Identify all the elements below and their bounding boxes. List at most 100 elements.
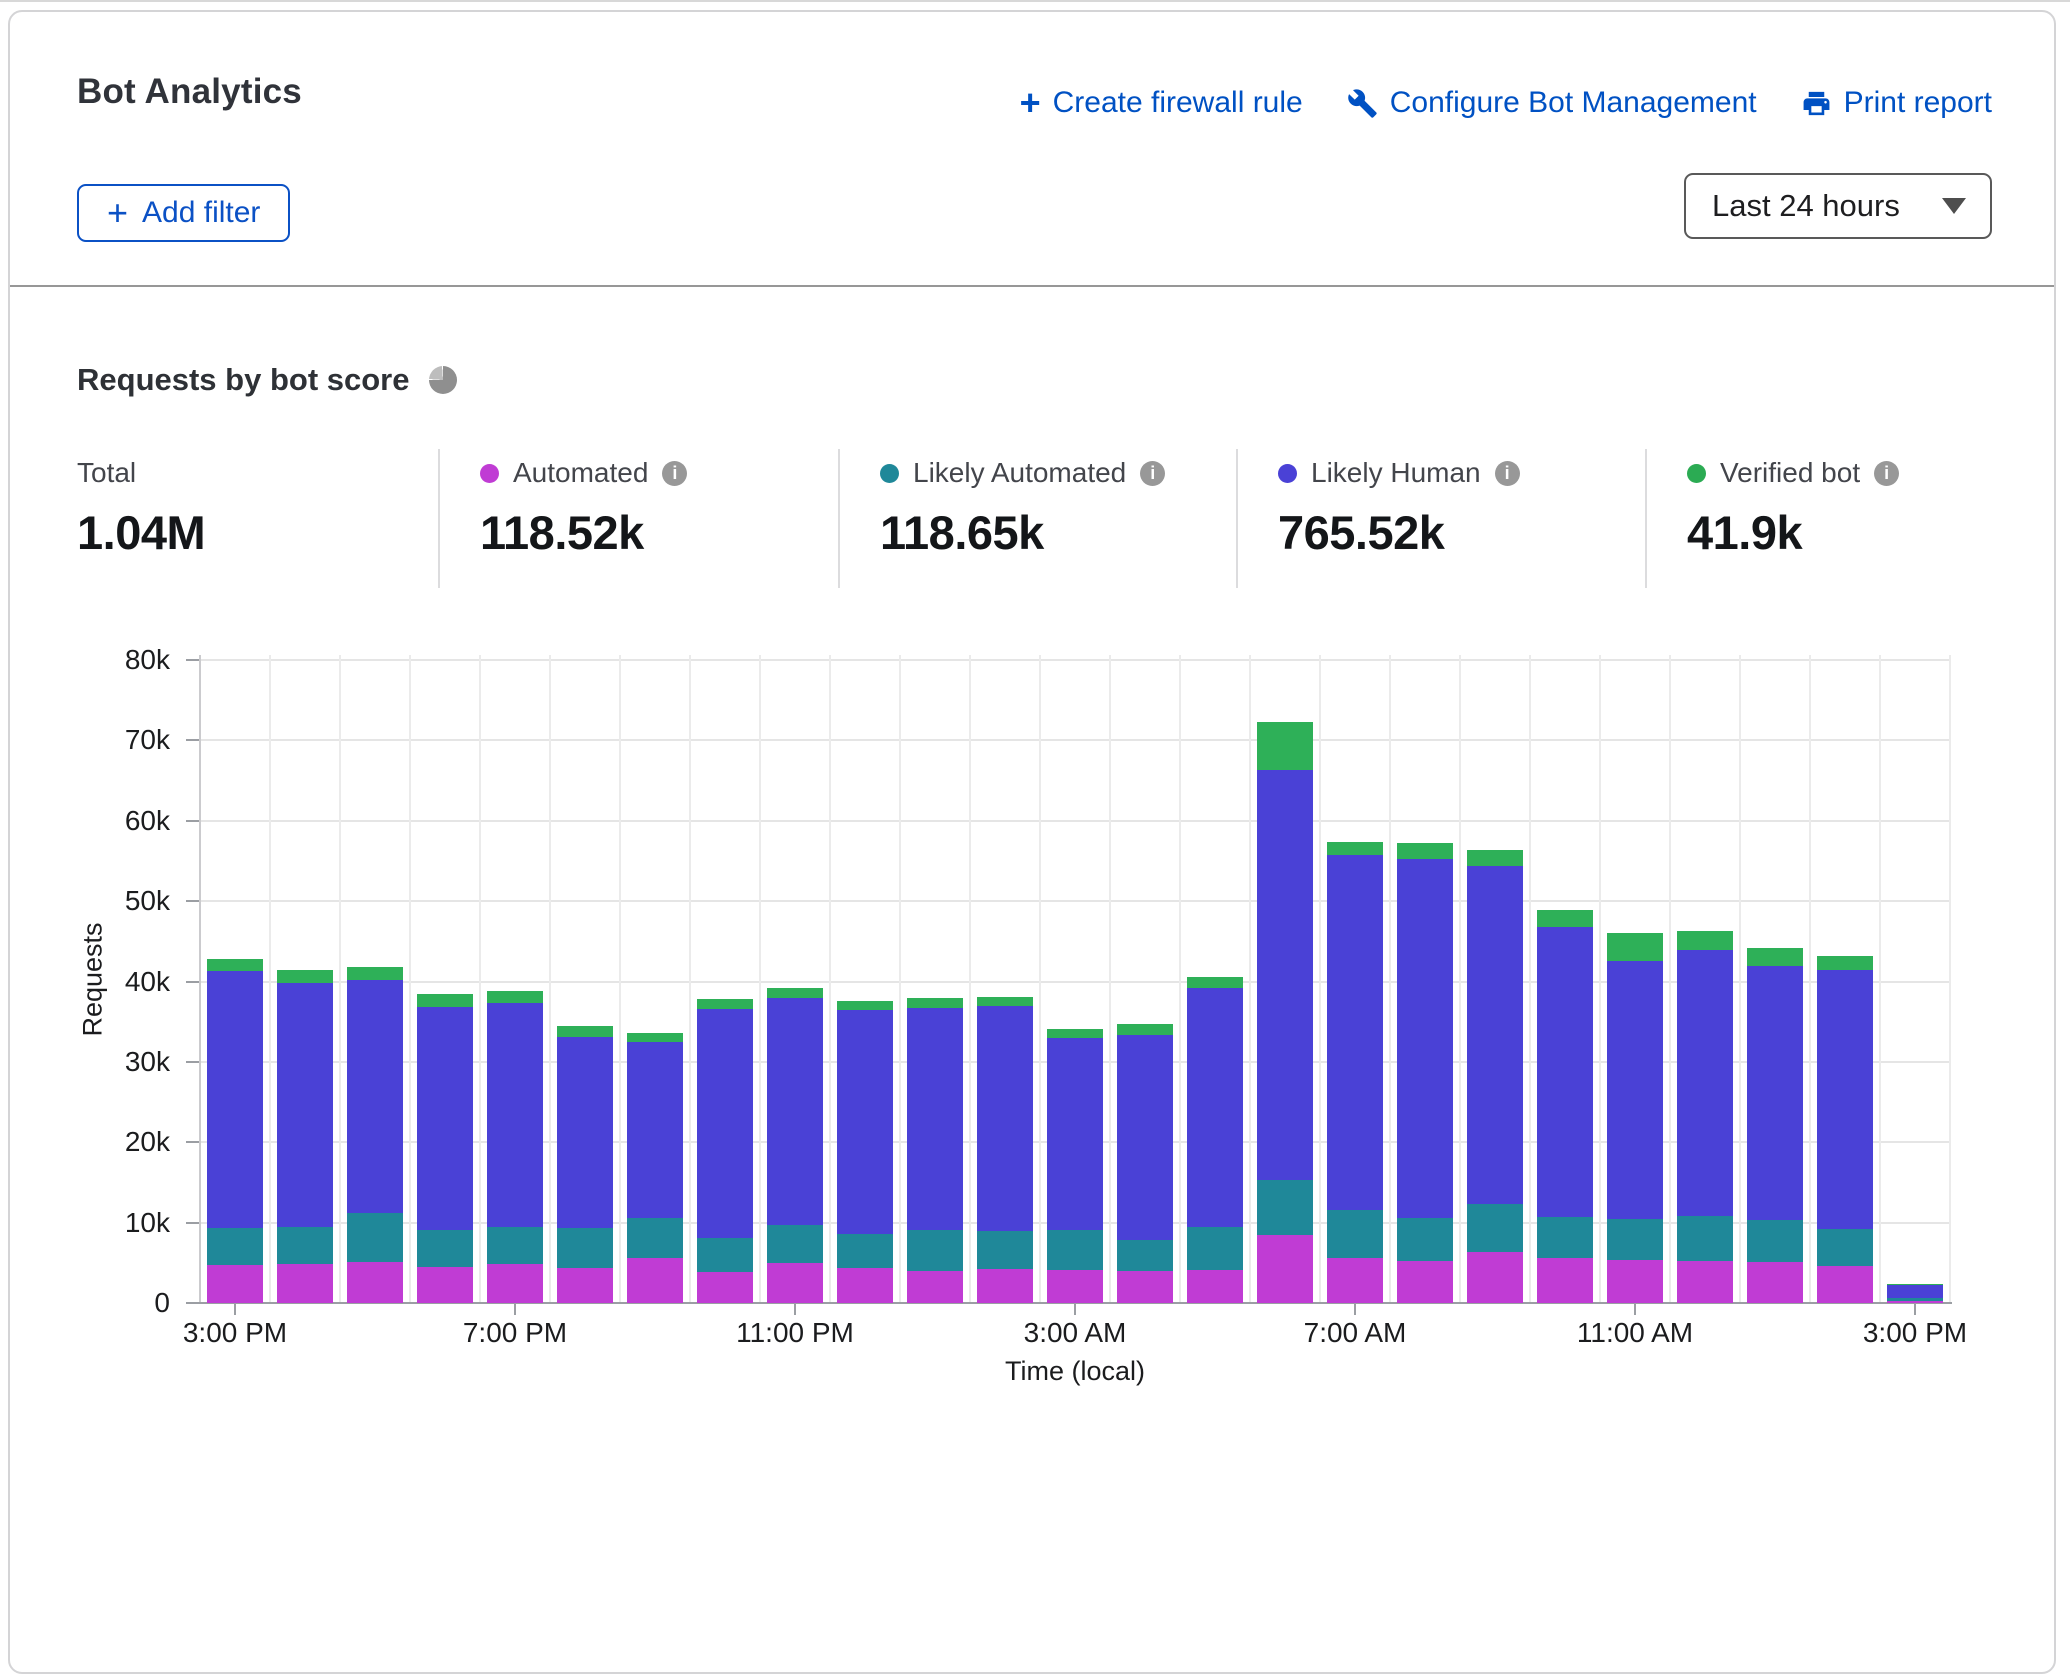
bar-segment-likely-automated[interactable]	[1607, 1219, 1663, 1261]
bar-segment-likely-human[interactable]	[1047, 1038, 1103, 1230]
info-icon[interactable]: i	[1874, 461, 1899, 486]
bar-segment-automated[interactable]	[627, 1258, 683, 1303]
bar-segment-automated[interactable]	[1257, 1235, 1313, 1303]
bar-segment-verified-bot[interactable]	[837, 1001, 893, 1011]
time-range-select[interactable]: Last 24 hours	[1684, 173, 1992, 239]
bar-segment-verified-bot[interactable]	[207, 959, 263, 971]
bar-segment-automated[interactable]	[557, 1268, 613, 1303]
bar-segment-likely-automated[interactable]	[487, 1227, 543, 1264]
bar-segment-verified-bot[interactable]	[557, 1026, 613, 1037]
info-icon[interactable]: i	[1140, 461, 1165, 486]
bar-segment-automated[interactable]	[277, 1264, 333, 1303]
bar-segment-likely-human[interactable]	[1327, 855, 1383, 1209]
bar-segment-likely-automated[interactable]	[1327, 1210, 1383, 1258]
stat-likely-automated[interactable]: Likely Automated i 118.65k	[838, 449, 1236, 588]
bar-segment-likely-automated[interactable]	[627, 1218, 683, 1258]
bar-segment-likely-automated[interactable]	[1397, 1218, 1453, 1261]
bar-segment-automated[interactable]	[977, 1269, 1033, 1303]
bar-segment-likely-automated[interactable]	[1887, 1298, 1943, 1300]
bar-segment-verified-bot[interactable]	[1607, 933, 1663, 961]
bar-segment-automated[interactable]	[1467, 1252, 1523, 1303]
bar-segment-likely-automated[interactable]	[1117, 1240, 1173, 1271]
bar-segment-verified-bot[interactable]	[767, 988, 823, 998]
bar-segment-verified-bot[interactable]	[1047, 1029, 1103, 1038]
bar-segment-likely-automated[interactable]	[277, 1227, 333, 1264]
bar-segment-likely-automated[interactable]	[977, 1231, 1033, 1269]
bar-segment-verified-bot[interactable]	[977, 997, 1033, 1007]
print-report-link[interactable]: Print report	[1801, 86, 1992, 120]
bar-segment-likely-human[interactable]	[1887, 1285, 1943, 1299]
configure-bot-management-link[interactable]: Configure Bot Management	[1347, 86, 1757, 120]
bar-segment-automated[interactable]	[1537, 1258, 1593, 1303]
bar-segment-likely-human[interactable]	[487, 1003, 543, 1226]
bar-segment-verified-bot[interactable]	[1327, 842, 1383, 856]
bar-segment-likely-automated[interactable]	[767, 1225, 823, 1263]
bar-segment-likely-automated[interactable]	[1747, 1220, 1803, 1262]
bar-segment-likely-automated[interactable]	[837, 1234, 893, 1269]
bar-segment-likely-automated[interactable]	[347, 1213, 403, 1262]
add-filter-button[interactable]: + Add filter	[77, 184, 290, 242]
bar-segment-likely-automated[interactable]	[697, 1238, 753, 1272]
bar-segment-automated[interactable]	[347, 1262, 403, 1303]
bar-segment-automated[interactable]	[767, 1263, 823, 1303]
bar-segment-likely-automated[interactable]	[417, 1230, 473, 1267]
stat-verified-bot[interactable]: Verified bot i 41.9k	[1645, 449, 2054, 588]
bar-segment-likely-human[interactable]	[627, 1042, 683, 1218]
bar-segment-verified-bot[interactable]	[1747, 948, 1803, 966]
bar-segment-likely-automated[interactable]	[1677, 1216, 1733, 1261]
bar-segment-likely-human[interactable]	[557, 1037, 613, 1228]
bar-segment-likely-human[interactable]	[347, 980, 403, 1213]
bar-segment-verified-bot[interactable]	[1117, 1024, 1173, 1034]
bar-segment-automated[interactable]	[837, 1268, 893, 1303]
bar-segment-likely-human[interactable]	[1817, 970, 1873, 1229]
bar-segment-likely-human[interactable]	[697, 1009, 753, 1238]
bar-segment-verified-bot[interactable]	[907, 998, 963, 1008]
bar-segment-automated[interactable]	[1327, 1258, 1383, 1303]
info-icon[interactable]: i	[1495, 461, 1520, 486]
bar-segment-likely-automated[interactable]	[1467, 1204, 1523, 1252]
bar-segment-verified-bot[interactable]	[1537, 910, 1593, 927]
bar-segment-likely-human[interactable]	[1187, 988, 1243, 1227]
bar-segment-likely-human[interactable]	[1537, 927, 1593, 1217]
bar-segment-likely-human[interactable]	[767, 998, 823, 1225]
bar-segment-likely-automated[interactable]	[557, 1228, 613, 1267]
bar-segment-automated[interactable]	[907, 1271, 963, 1303]
bar-segment-likely-human[interactable]	[1257, 770, 1313, 1180]
bar-segment-automated[interactable]	[1677, 1261, 1733, 1303]
bar-segment-likely-human[interactable]	[1607, 961, 1663, 1218]
bar-segment-automated[interactable]	[207, 1265, 263, 1303]
bar-segment-likely-human[interactable]	[1397, 859, 1453, 1217]
bar-segment-verified-bot[interactable]	[1677, 931, 1733, 950]
bar-segment-likely-human[interactable]	[1467, 866, 1523, 1204]
bar-segment-verified-bot[interactable]	[417, 994, 473, 1008]
bar-segment-verified-bot[interactable]	[1887, 1284, 1943, 1285]
bar-segment-likely-human[interactable]	[907, 1008, 963, 1230]
bar-segment-likely-human[interactable]	[1677, 950, 1733, 1216]
bar-segment-automated[interactable]	[1047, 1270, 1103, 1303]
stat-automated[interactable]: Automated i 118.52k	[438, 449, 838, 588]
stat-likely-human[interactable]: Likely Human i 765.52k	[1236, 449, 1645, 588]
bar-segment-automated[interactable]	[697, 1272, 753, 1303]
bar-segment-likely-automated[interactable]	[907, 1230, 963, 1271]
bar-segment-automated[interactable]	[1887, 1301, 1943, 1303]
bar-segment-verified-bot[interactable]	[1187, 977, 1243, 988]
bar-segment-likely-human[interactable]	[977, 1006, 1033, 1231]
bar-segment-likely-automated[interactable]	[1537, 1217, 1593, 1258]
bar-segment-verified-bot[interactable]	[277, 970, 333, 983]
bar-segment-likely-human[interactable]	[417, 1007, 473, 1230]
bar-segment-verified-bot[interactable]	[487, 991, 543, 1003]
bar-segment-automated[interactable]	[1187, 1270, 1243, 1303]
bar-segment-automated[interactable]	[487, 1264, 543, 1303]
bar-segment-likely-automated[interactable]	[1257, 1180, 1313, 1235]
bar-segment-likely-human[interactable]	[277, 983, 333, 1227]
bar-segment-verified-bot[interactable]	[1467, 850, 1523, 866]
bar-segment-likely-human[interactable]	[1117, 1035, 1173, 1240]
bar-segment-likely-automated[interactable]	[1187, 1227, 1243, 1270]
bar-segment-likely-human[interactable]	[837, 1010, 893, 1233]
bar-segment-automated[interactable]	[1117, 1271, 1173, 1303]
bar-segment-likely-automated[interactable]	[1047, 1230, 1103, 1270]
bar-segment-verified-bot[interactable]	[1257, 722, 1313, 770]
bar-segment-verified-bot[interactable]	[347, 967, 403, 980]
bar-segment-likely-human[interactable]	[207, 971, 263, 1228]
bar-segment-automated[interactable]	[1397, 1261, 1453, 1303]
